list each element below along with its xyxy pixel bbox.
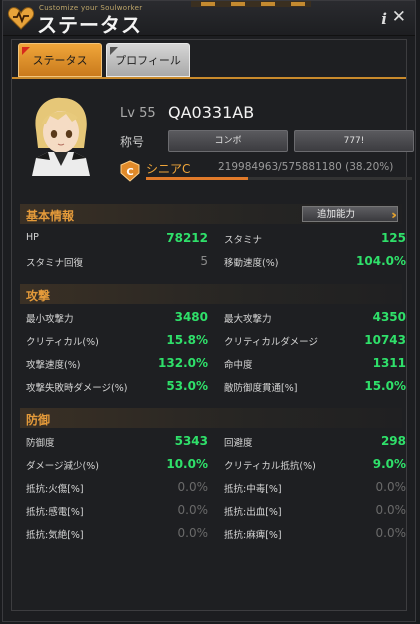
close-button[interactable]: ✕ <box>392 7 406 27</box>
stat-label: 抵抗:中毒[%] <box>224 484 282 495</box>
stat-row: 防御度 5343 回避度 298 <box>26 432 406 452</box>
exp-progress-bar <box>146 177 412 180</box>
double-chevron-right-icon: ›› <box>391 208 397 222</box>
stat-label: 敵防御度貫通[%] <box>224 383 298 394</box>
tab-underline <box>12 77 406 79</box>
stat-value: 9.0% <box>372 457 406 471</box>
section-title: 基本情報 <box>26 209 75 223</box>
stat-value: 0.0% <box>375 526 407 540</box>
stat-row: ダメージ減少(%) 10.0% クリティカル抵抗(%) 9.0% <box>26 455 406 475</box>
tab-corner-marker <box>22 47 30 55</box>
stat-value: 132.0% <box>158 356 208 370</box>
stat-value: 5 <box>200 254 208 268</box>
stat-label: 命中度 <box>224 360 253 371</box>
svg-text:C: C <box>126 167 133 178</box>
stat-row: 攻撃速度(%) 132.0% 命中度 1311 <box>26 354 406 374</box>
stat-row: クリティカル(%) 15.8% クリティカルダメージ 10743 <box>26 331 406 351</box>
stat-label: 抵抗:出血[%] <box>224 507 282 518</box>
level-label: Lv 55 <box>120 106 156 121</box>
status-window: Customize your Soulworker ステータス i ✕ ステータ… <box>2 0 416 622</box>
stat-label: HP <box>26 232 39 243</box>
stat-value: 3480 <box>174 310 208 324</box>
section-title: 防御 <box>26 413 51 427</box>
window-title: ステータス <box>37 13 142 37</box>
stat-label: スタミナ回復 <box>26 258 84 269</box>
tab-profile-label: プロフィール <box>115 54 181 67</box>
additional-ability-label: 追加能力 <box>317 209 356 220</box>
tab-corner-marker <box>110 47 118 55</box>
stat-label: 回避度 <box>224 438 253 449</box>
stat-label: 抵抗:火傷[%] <box>26 484 84 495</box>
stat-label: 攻撃失敗時ダメージ(%) <box>26 383 128 394</box>
title-ornament <box>191 1 311 7</box>
stat-value: 10743 <box>364 333 406 347</box>
tab-profile[interactable]: プロフィール <box>106 43 190 77</box>
stat-label: クリティカル抵抗(%) <box>224 461 316 472</box>
stat-label: 最小攻撃力 <box>26 314 74 325</box>
tab-status-label: ステータス <box>32 54 88 67</box>
stat-label: 抵抗:感電[%] <box>26 507 84 518</box>
section-header-defense: 防御 <box>20 408 402 428</box>
stat-value: 4350 <box>372 310 406 324</box>
stat-label: ダメージ減少(%) <box>26 461 99 472</box>
stat-row: 最小攻撃力 3480 最大攻撃力 4350 <box>26 308 406 328</box>
stat-value: 10.0% <box>166 457 208 471</box>
stat-value: 15.0% <box>364 379 406 393</box>
stat-value: 15.8% <box>166 333 208 347</box>
info-button[interactable]: i <box>381 10 387 28</box>
stat-label: 移動速度(%) <box>224 258 279 269</box>
stat-value: 104.0% <box>356 254 406 268</box>
stat-label: クリティカルダメージ <box>224 337 318 348</box>
stat-value: 0.0% <box>375 480 407 494</box>
stat-row: 抵抗:感電[%] 0.0% 抵抗:出血[%] 0.0% <box>26 501 407 521</box>
stat-row: 抵抗:気絶[%] 0.0% 抵抗:麻痺[%] 0.0% <box>26 524 407 544</box>
profile-header: Lv 55 QA0331AB 称号 コンボ 777! C シニアC 219984… <box>18 88 414 188</box>
character-name: QA0331AB <box>168 103 255 122</box>
stat-value: 1311 <box>372 356 406 370</box>
stat-label: 抵抗:気絶[%] <box>26 530 84 541</box>
stat-row: 攻撃失敗時ダメージ(%) 53.0% 敵防御度貫通[%] 15.0% <box>26 377 406 397</box>
stat-value: 53.0% <box>166 379 208 393</box>
stat-value: 0.0% <box>177 526 209 540</box>
stat-label: クリティカル(%) <box>26 337 99 348</box>
heart-emblem-icon <box>7 7 35 30</box>
rank-name: シニアC <box>146 162 191 176</box>
stat-label: 攻撃速度(%) <box>26 360 81 371</box>
title-bar[interactable]: Customize your Soulworker ステータス i ✕ <box>3 1 415 37</box>
character-avatar <box>32 97 90 176</box>
title-slot-button[interactable]: 777! <box>294 130 414 152</box>
section-title: 攻撃 <box>26 289 51 303</box>
title-slot-button[interactable]: コンボ <box>168 130 288 152</box>
tab-status[interactable]: ステータス <box>18 43 102 77</box>
section-header-attack: 攻撃 <box>20 284 402 304</box>
title-label: 称号 <box>120 135 145 149</box>
exp-readout: 219984963/575881180 (38.20%) <box>218 161 394 173</box>
stat-value: 5343 <box>174 434 208 448</box>
stat-value: 0.0% <box>177 503 209 517</box>
stat-value: 0.0% <box>375 503 407 517</box>
stat-row: 抵抗:火傷[%] 0.0% 抵抗:中毒[%] 0.0% <box>26 478 407 498</box>
section-header-basic: 基本情報 追加能力 ›› <box>20 204 402 224</box>
stat-value: 78212 <box>166 231 208 245</box>
stat-label: スタミナ <box>224 235 263 246</box>
stat-label: 防御度 <box>26 438 55 449</box>
stat-row: HP 78212 スタミナ 125 <box>26 229 406 249</box>
stat-label: 最大攻撃力 <box>224 314 272 325</box>
additional-ability-button[interactable]: 追加能力 ›› <box>302 206 398 222</box>
stat-label: 抵抗:麻痺[%] <box>224 530 282 541</box>
stat-value: 125 <box>380 231 406 245</box>
rank-badge-icon: C <box>120 160 140 182</box>
stat-value: 298 <box>380 434 406 448</box>
stat-value: 0.0% <box>177 480 209 494</box>
exp-progress-fill <box>146 177 248 180</box>
status-panel: ステータス プロフィール Lv 55 QA0331AB 称号 コンボ 777! … <box>11 39 414 611</box>
stat-row: スタミナ回復 5 移動速度(%) 104.0% <box>26 252 406 272</box>
